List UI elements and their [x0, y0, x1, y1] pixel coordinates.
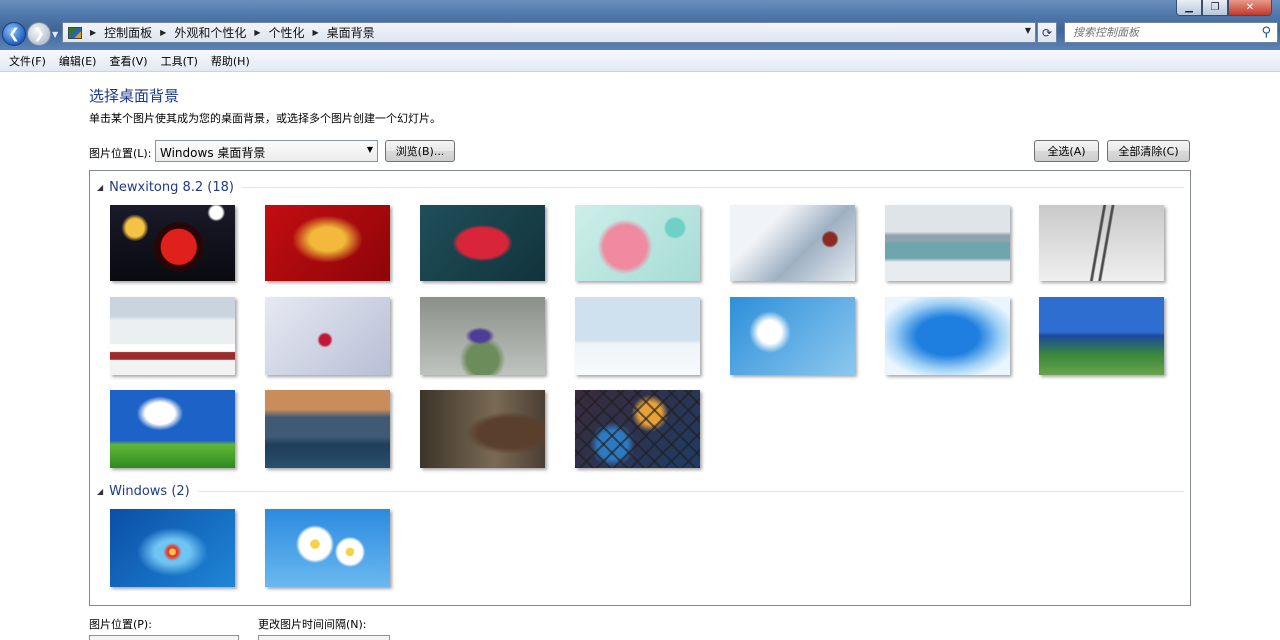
breadcrumb-separator-icon[interactable]: ▶ — [313, 28, 319, 37]
window-titlebar: ▁ ❐ ✕ ❮ ❯ ▼ ▶ 控制面板 ▶ 外观和个性化 ▶ 个性化 ▶ 桌面背景… — [0, 0, 1280, 50]
search-box[interactable]: ⚲ — [1064, 22, 1278, 43]
change-interval-select[interactable] — [258, 635, 390, 640]
group-divider — [241, 186, 1184, 188]
wallpaper-thumbnail-lakeside-village[interactable] — [265, 390, 390, 468]
group-divider — [197, 490, 1184, 492]
wallpaper-thumbnail-pink-candy-flatlay[interactable] — [575, 205, 700, 281]
select-all-button[interactable]: 全选(A) — [1034, 140, 1099, 162]
menu-file[interactable]: 文件(F) — [4, 53, 51, 69]
wallpaper-thumbnail-windows7-default[interactable] — [110, 509, 235, 587]
forward-button[interactable]: ❯ — [27, 22, 51, 46]
back-arrow-icon: ❮ — [8, 26, 20, 42]
control-panel-icon — [68, 26, 82, 39]
menu-bar: 文件(F) 编辑(E) 查看(V) 工具(T) 帮助(H) — [0, 50, 1280, 72]
picture-position-label: 图片位置(P): — [89, 618, 152, 631]
wallpaper-thumbnail-fu-lantern-night[interactable] — [110, 205, 235, 281]
forward-arrow-icon: ❯ — [33, 26, 45, 42]
breadcrumb-appearance[interactable]: 外观和个性化 — [174, 24, 246, 41]
group-header[interactable]: ◢ Newxitong 8.2 (18) — [90, 177, 1190, 197]
breadcrumb-separator-icon[interactable]: ▶ — [160, 28, 166, 37]
collapse-triangle-icon[interactable]: ◢ — [97, 487, 103, 496]
wallpaper-thumbnail-blue-frost-frame[interactable] — [885, 297, 1010, 375]
back-button[interactable]: ❮ — [2, 22, 26, 46]
breadcrumb-personalization[interactable]: 个性化 — [269, 24, 305, 41]
wallpaper-thumbnail-snow-ornament-branch[interactable] — [730, 205, 855, 281]
picture-location-value: Windows 桌面背景 — [160, 146, 266, 160]
breadcrumb-desktop-background[interactable]: 桌面背景 — [327, 24, 375, 41]
breadcrumb-separator-icon[interactable]: ▶ — [90, 28, 96, 37]
refresh-icon: ⟳ — [1041, 25, 1053, 40]
change-interval-label: 更改图片时间间隔(N): — [258, 618, 367, 631]
wallpaper-thumbnail-chainlink-bokeh[interactable] — [575, 390, 700, 468]
page-title: 选择桌面背景 — [89, 87, 180, 105]
wallpaper-gallery: ◢ Newxitong 8.2 (18) ◢ Windows (2) — [89, 170, 1191, 606]
breadcrumb-separator-icon[interactable]: ▶ — [254, 28, 260, 37]
wallpaper-thumbnail-daisies-blue-sky[interactable] — [265, 509, 390, 587]
wallpaper-thumbnail-snow-train-mountain[interactable] — [110, 297, 235, 375]
breadcrumb-control-panel[interactable]: 控制面板 — [104, 24, 152, 41]
browse-button[interactable]: 浏览(B)... — [385, 140, 455, 162]
picture-location-select[interactable]: Windows 桌面背景 ▼ — [155, 140, 378, 162]
wallpaper-thumbnail-purple-crocus-snow[interactable] — [420, 297, 545, 375]
menu-edit[interactable]: 编辑(E) — [54, 53, 102, 69]
group-title: Newxitong 8.2 (18) — [109, 179, 234, 195]
address-bar[interactable]: ▶ 控制面板 ▶ 外观和个性化 ▶ 个性化 ▶ 桌面背景 ▼ — [62, 22, 1036, 43]
wallpaper-thumbnail-blue-sky-grass[interactable] — [110, 390, 235, 468]
wallpaper-thumbnail-red-2018-gold[interactable] — [265, 205, 390, 281]
wallpaper-thumbnail-soft-snow-bokeh[interactable] — [575, 297, 700, 375]
menu-view[interactable]: 查看(V) — [104, 53, 152, 69]
close-button[interactable]: ✕ — [1228, 0, 1272, 16]
search-icon[interactable]: ⚲ — [1261, 25, 1271, 40]
clear-all-button[interactable]: 全部清除(C) — [1107, 140, 1190, 162]
refresh-button[interactable]: ⟳ — [1037, 22, 1057, 43]
picture-location-label: 图片位置(L): — [89, 147, 152, 160]
picture-position-select[interactable] — [89, 635, 239, 640]
wallpaper-thumbnail-blue-snowflake[interactable] — [730, 297, 855, 375]
maximize-button[interactable]: ❐ — [1202, 0, 1228, 16]
menu-help[interactable]: 帮助(H) — [206, 53, 255, 69]
collapse-triangle-icon[interactable]: ◢ — [97, 183, 103, 192]
window-controls: ▁ ❐ ✕ — [1176, 0, 1272, 16]
wallpaper-thumbnail-woman-window-bokeh[interactable] — [420, 390, 545, 468]
wallpaper-thumbnail-snowy-bridge-lake[interactable] — [885, 205, 1010, 281]
wallpaper-thumbnail-wind-turbine-coast[interactable] — [1039, 297, 1164, 375]
group-header[interactable]: ◢ Windows (2) — [90, 481, 1190, 501]
address-dropdown-icon[interactable]: ▼ — [1025, 26, 1031, 35]
menu-tools[interactable]: 工具(T) — [156, 53, 203, 69]
minimize-button[interactable]: ▁ — [1176, 0, 1202, 16]
group-title: Windows (2) — [109, 483, 190, 499]
page-description: 单击某个图片使其成为您的桌面背景，或选择多个图片创建一个幻灯片。 — [89, 112, 441, 125]
dropdown-arrow-icon: ▼ — [366, 145, 373, 154]
recent-pages-dropdown-icon[interactable]: ▼ — [52, 30, 58, 39]
wallpaper-thumbnail-snowy-railway[interactable] — [1039, 205, 1164, 281]
search-input[interactable] — [1073, 26, 1253, 39]
wallpaper-thumbnail-red-berries-frost[interactable] — [265, 297, 390, 375]
wallpaper-thumbnail-teal-2018-red[interactable] — [420, 205, 545, 281]
